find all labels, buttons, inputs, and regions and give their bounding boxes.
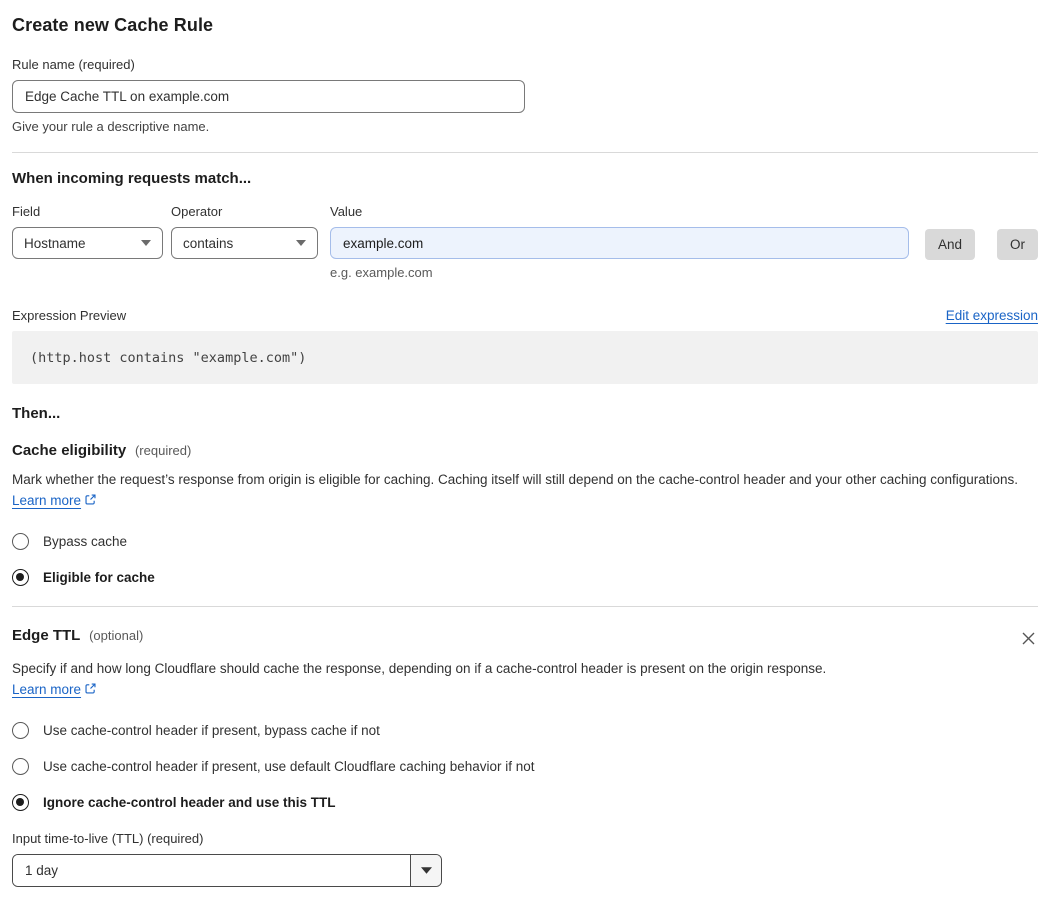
edge-ttl-header: Edge TTL (optional): [12, 627, 1038, 648]
operator-select-value: contains: [183, 235, 234, 251]
expression-preview-header: Expression Preview Edit expression: [12, 308, 1038, 323]
edge-ttl-description: Specify if and how long Cloudflare shoul…: [12, 658, 857, 701]
edge-ttl-description-text: Specify if and how long Cloudflare shoul…: [12, 661, 827, 676]
value-label: Value: [330, 204, 363, 219]
ttl-dropdown-button[interactable]: [410, 855, 441, 886]
radio-circle-selected-icon: [12, 794, 29, 811]
value-help: e.g. example.com: [330, 265, 433, 280]
operator-select[interactable]: contains: [171, 227, 318, 259]
condition-connectors: And Or: [924, 229, 1038, 260]
edge-ttl-title: Edge TTL: [12, 627, 81, 644]
ttl-input-label: Input time-to-live (TTL) (required): [12, 831, 204, 846]
cache-eligibility-title: Cache eligibility: [12, 442, 127, 459]
and-button[interactable]: And: [924, 229, 975, 260]
ttl-value-input[interactable]: [13, 855, 410, 886]
radio-ignore-cache-control[interactable]: Ignore cache-control header and use this…: [12, 794, 1038, 811]
field-select-value: Hostname: [24, 235, 86, 251]
expression-code: (http.host contains "example.com"): [30, 349, 307, 366]
edge-ttl-learn-more-link[interactable]: Learn more: [12, 682, 81, 697]
divider: [12, 606, 1038, 607]
create-cache-rule-form: Create new Cache Rule Rule name (require…: [0, 0, 1058, 887]
radio-eligible-for-cache[interactable]: Eligible for cache: [12, 569, 1038, 586]
external-link-icon: [84, 494, 97, 509]
ttl-combobox: [12, 854, 442, 887]
radio-label: Bypass cache: [43, 534, 128, 549]
match-condition-row: Field Hostname Operator contains Value e…: [12, 204, 1038, 280]
rule-name-help: Give your rule a descriptive name.: [12, 119, 210, 134]
chevron-down-icon: [296, 240, 306, 246]
chevron-down-icon: [420, 867, 432, 874]
rule-name-input[interactable]: [12, 80, 525, 113]
cache-eligibility-header: Cache eligibility (required): [12, 442, 1038, 459]
radio-bypass-cache[interactable]: Bypass cache: [12, 533, 1038, 550]
edit-expression-link[interactable]: Edit expression: [946, 308, 1038, 323]
expression-preview-box: (http.host contains "example.com"): [12, 331, 1038, 384]
match-section-heading: When incoming requests match...: [12, 170, 252, 187]
external-link-icon: [84, 683, 97, 698]
value-input[interactable]: [330, 227, 909, 259]
rule-name-label: Rule name (required): [12, 57, 135, 72]
or-button[interactable]: Or: [997, 229, 1038, 260]
radio-use-cache-control-bypass[interactable]: Use cache-control header if present, byp…: [12, 722, 1038, 739]
then-heading: Then...: [12, 405, 61, 422]
rule-name-section: Rule name (required) Give your rule a de…: [12, 57, 1038, 134]
radio-label: Use cache-control header if present, use…: [43, 759, 535, 774]
close-icon[interactable]: [1019, 629, 1038, 648]
cache-eligibility-learn-more-link[interactable]: Learn more: [12, 493, 81, 508]
radio-circle-icon: [12, 758, 29, 775]
divider: [12, 152, 1038, 153]
radio-circle-icon: [12, 533, 29, 550]
field-label: Field: [12, 204, 41, 219]
page-title: Create new Cache Rule: [12, 15, 214, 35]
chevron-down-icon: [141, 240, 151, 246]
radio-label: Eligible for cache: [43, 570, 155, 585]
expression-preview-label: Expression Preview: [12, 308, 127, 323]
radio-label: Ignore cache-control header and use this…: [43, 795, 336, 810]
operator-label: Operator: [171, 204, 223, 219]
cache-eligibility-description-text: Mark whether the request’s response from…: [12, 472, 1019, 487]
radio-circle-icon: [12, 722, 29, 739]
edge-ttl-optional-badge: (optional): [89, 628, 144, 643]
radio-circle-selected-icon: [12, 569, 29, 586]
ttl-input-section: Input time-to-live (TTL) (required): [12, 831, 1038, 887]
cache-eligibility-description: Mark whether the request’s response from…: [12, 469, 1038, 512]
cache-eligibility-required-badge: (required): [134, 443, 192, 458]
field-select[interactable]: Hostname: [12, 227, 163, 259]
radio-use-cache-control-default[interactable]: Use cache-control header if present, use…: [12, 758, 1038, 775]
radio-label: Use cache-control header if present, byp…: [43, 723, 380, 738]
